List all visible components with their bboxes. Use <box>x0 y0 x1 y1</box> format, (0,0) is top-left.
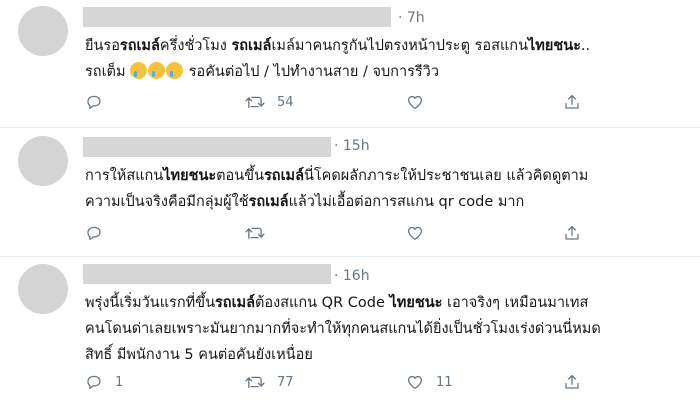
retweet-icon <box>245 224 265 242</box>
reply-button[interactable]: 1 <box>85 371 123 393</box>
text-segment: เมล์มาคนกรูกันไปตรงหน้าประตู รอสแกน <box>271 38 528 54</box>
avatar[interactable] <box>18 264 68 314</box>
keyword-highlight: รถเมล์ <box>231 38 272 54</box>
share-button[interactable] <box>563 91 593 113</box>
tweet-actions <box>85 222 605 244</box>
tweet-timestamp[interactable]: · 16h <box>334 268 370 284</box>
text-segment: รถเต็ม <box>85 64 131 80</box>
reply-count: 1 <box>115 374 124 390</box>
tweet-actions: 1 77 11 <box>85 371 605 393</box>
crying-face-emoji <box>148 62 166 79</box>
heart-icon <box>406 373 424 391</box>
text-segment: คนโดนด่าเลยเพราะมันยากมากที่จะทำให้ทุกคน… <box>85 321 601 337</box>
tweet-text: ยืนรอรถเมล์ครึ่งชั่วโมง รถเมล์เมล์มาคนกร… <box>85 33 685 85</box>
tweet-text-line: รถเต็ม รอคันต่อไป / ไปทำงานสาย / จบการรี… <box>85 59 685 85</box>
like-button[interactable] <box>406 91 436 113</box>
retweet-button[interactable]: 77 <box>245 371 294 393</box>
retweet-icon <box>245 93 265 111</box>
retweet-count: 54 <box>277 94 294 110</box>
text-segment: .. <box>580 38 591 54</box>
like-button[interactable]: 11 <box>406 371 453 393</box>
tweet-actions: 54 <box>85 91 605 113</box>
crying-face-emoji <box>166 62 184 79</box>
text-segment: การให้สแกน <box>85 168 164 184</box>
text-segment: ยืนรอ <box>85 38 120 54</box>
tweet-text-line: สิทธิ์ มีพนักงาน 5 คนต่อคันยังเหนื่อย <box>85 342 685 368</box>
retweet-icon <box>245 373 265 391</box>
tweet-text-line: ยืนรอรถเมล์ครึ่งชั่วโมง รถเมล์เมล์มาคนกร… <box>85 33 685 59</box>
author-name-redacted[interactable] <box>83 7 391 27</box>
reply-button[interactable] <box>85 222 115 244</box>
keyword-highlight: ไทยชนะ <box>389 295 443 311</box>
share-button[interactable] <box>563 222 593 244</box>
reply-icon <box>85 93 103 111</box>
tweet-text: การให้สแกนไทยชนะตอนขึ้นรถเมล์นี่โคดผลักภ… <box>85 163 685 215</box>
author-name-redacted[interactable] <box>83 264 331 284</box>
tweet-timestamp[interactable]: · 15h <box>334 138 370 154</box>
text-segment: ความเป็นจริงคือมีกลุ่มผู้ใช้ <box>85 194 249 210</box>
reply-icon <box>85 224 103 242</box>
tweet-text-line: พรุ่งนี้เริ่มวันแรกที่ขึ้นรถเมล์ต้องสแกน… <box>85 290 685 316</box>
tweet[interactable]: · 15h การให้สแกนไทยชนะตอนขึ้นรถเมล์นี่โค… <box>0 128 700 257</box>
retweet-count: 77 <box>277 374 294 390</box>
text-segment: เอาจริงๆ เหมือนมาเทส <box>442 295 589 311</box>
retweet-button[interactable]: 54 <box>245 91 294 113</box>
like-count: 11 <box>436 374 453 390</box>
share-icon <box>563 373 581 391</box>
keyword-highlight: รถเมล์ <box>215 295 255 311</box>
text-segment: ต้องสแกน QR Code <box>254 295 390 311</box>
text-segment: แล้วไม่เอื้อต่อการสแกน qr code มาก <box>288 194 525 210</box>
tweet-text-line: คนโดนด่าเลยเพราะมันยากมากที่จะทำให้ทุกคน… <box>85 316 685 342</box>
keyword-highlight: รถเมล์ <box>119 38 160 54</box>
avatar[interactable] <box>18 136 68 186</box>
text-segment: สิทธิ์ มีพนักงาน 5 คนต่อคันยังเหนื่อย <box>85 347 313 363</box>
like-button[interactable] <box>406 222 436 244</box>
tweet-timestamp[interactable]: · 7h <box>398 10 425 26</box>
tweet-text-line: การให้สแกนไทยชนะตอนขึ้นรถเมล์นี่โคดผลักภ… <box>85 163 685 189</box>
keyword-highlight: รถเมล์ <box>248 194 289 210</box>
crying-face-emoji <box>130 62 148 79</box>
text-segment: ครึ่งชั่วโมง <box>159 38 232 54</box>
text-segment: ตอนขึ้น <box>216 168 265 184</box>
reply-icon <box>85 373 103 391</box>
heart-icon <box>406 93 424 111</box>
heart-icon <box>406 224 424 242</box>
keyword-highlight: ไทยชนะ <box>528 38 581 54</box>
keyword-highlight: ไทยชนะ <box>163 168 217 184</box>
retweet-button[interactable] <box>245 222 277 244</box>
reply-button[interactable] <box>85 91 115 113</box>
author-name-redacted[interactable] <box>83 137 331 157</box>
share-button[interactable] <box>563 371 593 393</box>
share-icon <box>563 224 581 242</box>
tweet[interactable]: · 16h พรุ่งนี้เริ่มวันแรกที่ขึ้นรถเมล์ต้… <box>0 257 700 404</box>
text-segment: พรุ่งนี้เริ่มวันแรกที่ขึ้น <box>85 295 215 311</box>
tweet[interactable]: · 7h ยืนรอรถเมล์ครึ่งชั่วโมง รถเมล์เมล์ม… <box>0 0 700 128</box>
keyword-highlight: รถเมล์ <box>264 168 304 184</box>
share-icon <box>563 93 581 111</box>
tweet-text: พรุ่งนี้เริ่มวันแรกที่ขึ้นรถเมล์ต้องสแกน… <box>85 290 685 368</box>
avatar[interactable] <box>18 6 68 56</box>
text-segment: นี่โคดผลักภาระให้ประชาชนเลย แล้วคิดดูตาม <box>303 168 589 184</box>
tweet-text-line: ความเป็นจริงคือมีกลุ่มผู้ใช้รถเมล์แล้วไม… <box>85 189 685 215</box>
text-segment: รอคันต่อไป / ไปทำงานสาย / จบการรีวิว <box>184 64 439 80</box>
